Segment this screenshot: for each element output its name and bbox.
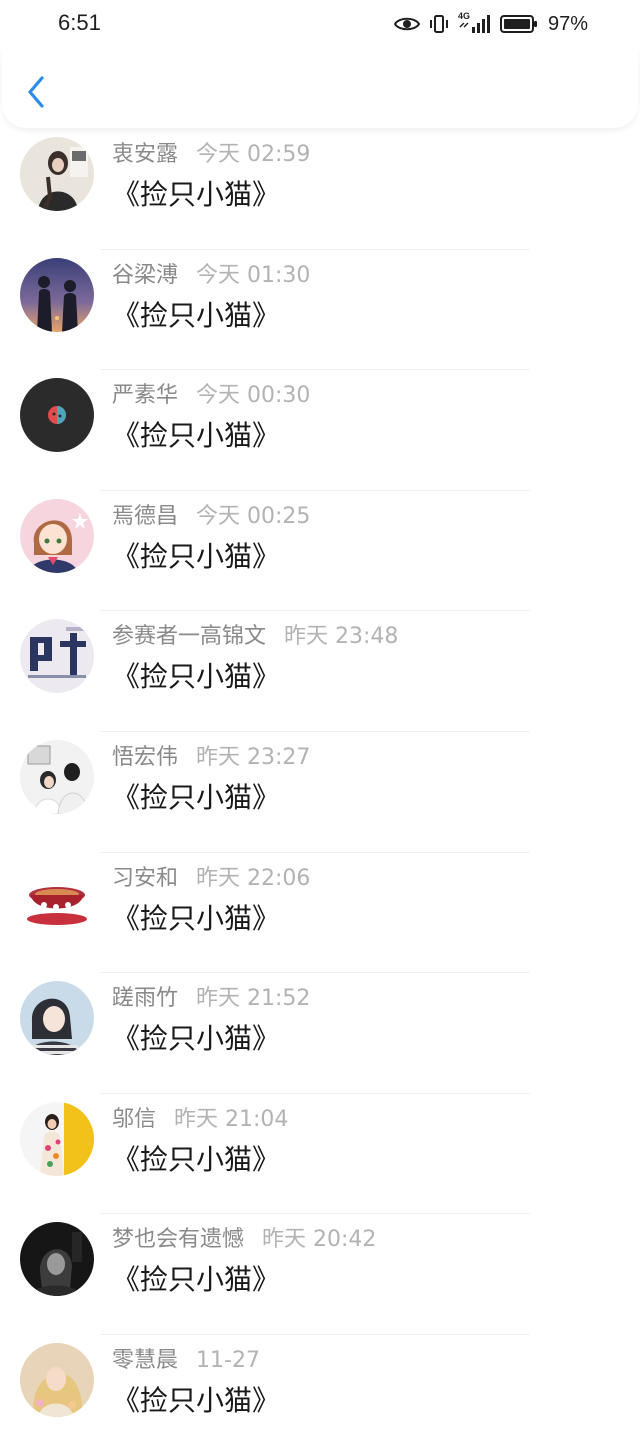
vibrate-icon [428, 13, 450, 35]
user-name[interactable]: 焉德昌 [112, 504, 178, 529]
comment-meta: 蹉雨竹 昨天 21:52 [112, 985, 310, 1013]
avatar[interactable] [20, 860, 94, 935]
comment-text: 《捡只小猫》 [112, 1383, 281, 1417]
network-type: 4G [457, 11, 470, 21]
battery-percent: 97% [547, 12, 588, 35]
comment-list: 衷安露 今天 02:59 《捡只小猫》 谷梁溥 今天 01:30 《捡只小猫》 … [0, 129, 640, 1456]
back-button[interactable] [20, 76, 52, 112]
status-time: 6:51 [58, 10, 101, 35]
eye-icon [393, 15, 420, 33]
avatar[interactable] [20, 137, 94, 211]
list-item[interactable]: 蹉雨竹 昨天 21:52 《捡只小猫》 [0, 973, 640, 1094]
comment-text: 《捡只小猫》 [112, 419, 281, 453]
comment-meta: 悟宏伟 昨天 23:27 [112, 744, 310, 772]
comment-text: 《捡只小猫》 [112, 539, 281, 573]
comment-text: 《捡只小猫》 [112, 901, 281, 935]
list-item[interactable]: 衷安露 今天 02:59 《捡只小猫》 [0, 129, 640, 250]
comment-meta: 零慧晨 11-27 [112, 1347, 260, 1375]
comment-meta: 习安和 昨天 22:06 [112, 865, 310, 893]
list-item[interactable]: 零慧晨 11-27 《捡只小猫》 [0, 1335, 640, 1456]
status-bar: 6:51 4G 97% [0, 0, 640, 48]
battery-icon [499, 14, 538, 34]
user-name[interactable]: 梦也会有遗憾 [112, 1227, 244, 1252]
comment-meta: 梦也会有遗憾 昨天 20:42 [112, 1226, 376, 1254]
list-item[interactable]: 邬信 昨天 21:04 《捡只小猫》 [0, 1094, 640, 1215]
user-name[interactable]: 谷梁溥 [112, 263, 178, 288]
comment-meta: 焉德昌 今天 00:25 [112, 503, 310, 531]
list-item[interactable]: 焉德昌 今天 00:25 《捡只小猫》 [0, 491, 640, 612]
avatar[interactable] [20, 257, 94, 332]
avatar[interactable] [20, 739, 94, 814]
header [2, 48, 638, 128]
list-item[interactable]: 梦也会有遗憾 昨天 20:42 《捡只小猫》 [0, 1214, 640, 1335]
user-name[interactable]: 习安和 [112, 866, 178, 891]
comment-time: 今天 01:30 [196, 262, 311, 288]
list-item[interactable]: 参赛者一高锦文 昨天 23:48 《捡只小猫》 [0, 611, 640, 732]
avatar[interactable] [20, 619, 94, 694]
user-name[interactable]: 零慧晨 [112, 1348, 178, 1373]
user-name[interactable]: 邬信 [112, 1107, 156, 1132]
status-icons: 4G 97% [393, 10, 588, 38]
comment-time: 今天 00:25 [196, 503, 311, 529]
comment-meta: 衷安露 今天 02:59 [112, 141, 310, 169]
signal-icon: 4G [457, 11, 492, 35]
list-item[interactable]: 习安和 昨天 22:06 《捡只小猫》 [0, 853, 640, 974]
comment-time: 昨天 23:27 [196, 744, 311, 770]
comment-time: 昨天 21:04 [174, 1106, 289, 1132]
user-name[interactable]: 蹉雨竹 [112, 986, 178, 1011]
list-item[interactable]: 严素华 今天 00:30 《捡只小猫》 [0, 370, 640, 491]
list-item[interactable]: 悟宏伟 昨天 23:27 《捡只小猫》 [0, 732, 640, 853]
comment-time: 今天 02:59 [196, 142, 311, 167]
avatar[interactable] [20, 1101, 94, 1176]
comment-meta: 谷梁溥 今天 01:30 [112, 262, 310, 290]
comment-time: 今天 00:30 [196, 383, 311, 409]
avatar[interactable] [20, 981, 94, 1056]
comment-meta: 邬信 昨天 21:04 [112, 1106, 288, 1134]
comment-text: 《捡只小猫》 [112, 780, 281, 814]
comment-time: 11-27 [196, 1347, 260, 1373]
comment-text: 《捡只小猫》 [112, 1263, 281, 1297]
user-name[interactable]: 衷安露 [112, 142, 178, 167]
avatar[interactable] [20, 1342, 94, 1417]
comment-text: 《捡只小猫》 [112, 298, 281, 332]
comment-time: 昨天 23:48 [284, 624, 399, 650]
comment-text: 《捡只小猫》 [112, 1142, 281, 1176]
list-item[interactable]: 谷梁溥 今天 01:30 《捡只小猫》 [0, 250, 640, 371]
comment-text: 《捡只小猫》 [112, 178, 281, 211]
user-name[interactable]: 参赛者一高锦文 [112, 624, 266, 649]
comment-time: 昨天 20:42 [262, 1227, 377, 1253]
comment-text: 《捡只小猫》 [112, 1022, 281, 1056]
comment-time: 昨天 21:52 [196, 986, 311, 1012]
avatar[interactable] [20, 498, 94, 573]
comment-meta: 参赛者一高锦文 昨天 23:48 [112, 623, 398, 651]
comment-text: 《捡只小猫》 [112, 660, 281, 694]
user-name[interactable]: 严素华 [112, 383, 178, 408]
avatar[interactable] [20, 1222, 94, 1297]
comment-time: 昨天 22:06 [196, 865, 311, 891]
avatar[interactable] [20, 378, 94, 453]
chevron-left-icon [26, 76, 46, 112]
comment-meta: 严素华 今天 00:30 [112, 382, 310, 410]
user-name[interactable]: 悟宏伟 [112, 745, 178, 770]
